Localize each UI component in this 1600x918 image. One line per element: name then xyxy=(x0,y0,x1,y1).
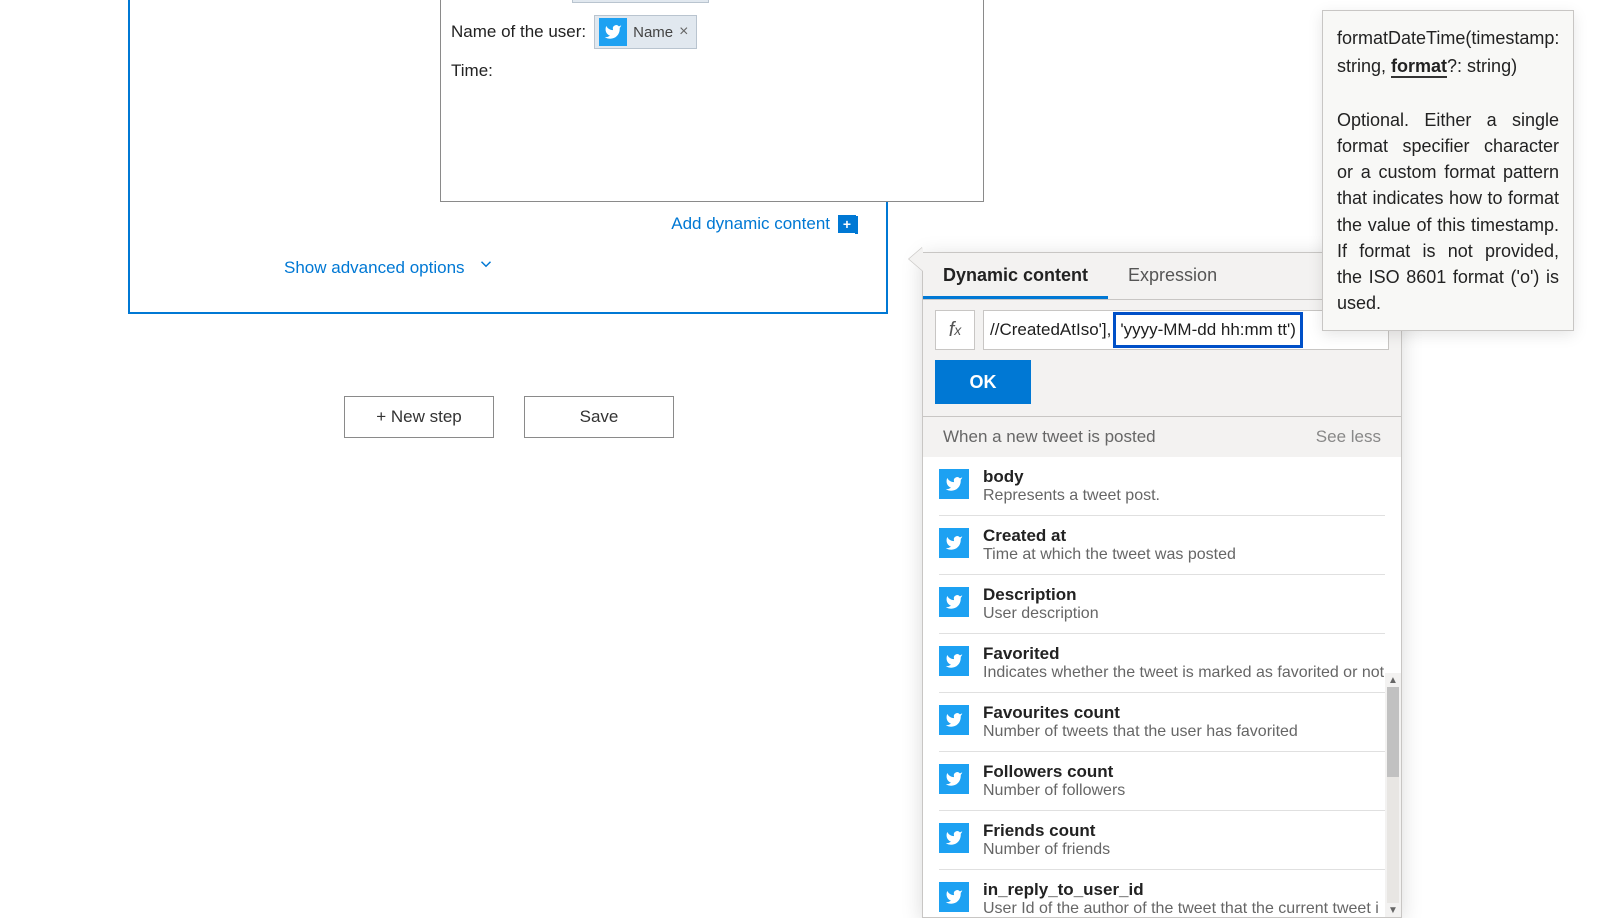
dc-item-name: Favorited xyxy=(983,644,1385,664)
dc-item-name: Friends count xyxy=(983,821,1385,841)
add-dynamic-content-label: Add dynamic content xyxy=(671,214,830,234)
dc-item-meta: Favourites countNumber of tweets that th… xyxy=(983,703,1385,741)
twitter-icon xyxy=(939,646,969,676)
dc-item-desc: Number of tweets that the user has favor… xyxy=(983,723,1385,741)
scroll-up-icon[interactable]: ▲ xyxy=(1385,673,1401,687)
show-advanced-options-link[interactable]: Show advanced options xyxy=(284,256,495,279)
dc-item-meta: Followers countNumber of followers xyxy=(983,762,1385,800)
scroll-thumb[interactable] xyxy=(1387,687,1399,777)
twitter-icon xyxy=(939,587,969,617)
scrollbar[interactable]: ▲ ▼ xyxy=(1385,673,1401,917)
field-row: Twitter Handle: User name × xyxy=(451,0,973,3)
tooltip-sig-post: ?: string) xyxy=(1447,56,1517,76)
tab-dynamic-content[interactable]: Dynamic content xyxy=(923,253,1108,299)
dc-item-name: Followers count xyxy=(983,762,1385,782)
twitter-icon xyxy=(939,882,969,912)
dc-item-meta: in_reply_to_user_idUser Id of the author… xyxy=(983,880,1385,917)
expression-highlight: 'yyyy-MM-dd hh:mm tt') xyxy=(1113,312,1303,348)
dc-item-meta: DescriptionUser description xyxy=(983,585,1385,623)
token-label: Name xyxy=(633,24,673,41)
dc-item-name: body xyxy=(983,467,1385,487)
chevron-down-icon xyxy=(477,255,495,278)
dc-item-desc: User description xyxy=(983,605,1385,623)
dc-section-header: When a new tweet is posted See less xyxy=(923,417,1401,457)
twitter-icon xyxy=(599,18,627,46)
dc-item-meta: Friends countNumber of friends xyxy=(983,821,1385,859)
dc-item-meta: bodyRepresents a tweet post. xyxy=(983,467,1385,505)
dynamic-content-panel: Dynamic content Expression fx //CreatedA… xyxy=(922,252,1402,918)
twitter-icon xyxy=(939,705,969,735)
dc-item-meta: Created atTime at which the tweet was po… xyxy=(983,526,1385,564)
dc-item[interactable]: bodyRepresents a tweet post. xyxy=(939,457,1385,516)
tooltip-body: Optional. Either a single format specifi… xyxy=(1337,107,1559,316)
advanced-options-label: Show advanced options xyxy=(284,258,465,278)
token-name[interactable]: Name × xyxy=(594,15,697,49)
twitter-icon xyxy=(939,764,969,794)
dc-item[interactable]: Favourites countNumber of tweets that th… xyxy=(939,693,1385,752)
tooltip-sig-underlined: format xyxy=(1391,56,1447,78)
dc-item-meta: FavoritedIndicates whether the tweet is … xyxy=(983,644,1385,682)
dc-item-desc: Number of followers xyxy=(983,782,1385,800)
dc-item-list: bodyRepresents a tweet post. Created atTi… xyxy=(923,457,1401,917)
dc-item-desc: Number of friends xyxy=(983,841,1385,859)
token-user-name[interactable]: User name × xyxy=(572,0,709,3)
callout-arrow-icon xyxy=(909,247,923,271)
twitter-icon xyxy=(939,528,969,558)
dc-item-desc: Indicates whether the tweet is marked as… xyxy=(983,664,1385,682)
dc-item-name: Created at xyxy=(983,526,1385,546)
parameter-tooltip: formatDateTime(timestamp: string, format… xyxy=(1322,10,1574,331)
dc-item[interactable]: FavoritedIndicates whether the tweet is … xyxy=(939,634,1385,693)
plus-icon: + xyxy=(838,215,856,233)
dc-item-desc: Time at which the tweet was posted xyxy=(983,546,1385,564)
message-textarea[interactable]: Twitter Handle: User name × Name of the … xyxy=(440,0,984,202)
dc-item-name: Description xyxy=(983,585,1385,605)
dc-item[interactable]: Friends countNumber of friends xyxy=(939,811,1385,870)
ok-button[interactable]: OK xyxy=(935,360,1031,404)
dc-section-title: When a new tweet is posted xyxy=(943,427,1156,447)
add-dynamic-content-link[interactable]: Add dynamic content + xyxy=(671,214,856,234)
dc-item-name: in_reply_to_user_id xyxy=(983,880,1385,900)
token-remove-icon[interactable]: × xyxy=(679,23,688,41)
dc-item[interactable]: DescriptionUser description xyxy=(939,575,1385,634)
twitter-icon xyxy=(939,823,969,853)
fx-icon: fx xyxy=(935,310,975,350)
dc-item-desc: User Id of the author of the tweet that … xyxy=(983,900,1385,917)
expression-text-highlighted: 'yyyy-MM-dd hh:mm tt') xyxy=(1120,320,1296,340)
field-row: Name of the user: Name × xyxy=(451,15,973,49)
see-less-link[interactable]: See less xyxy=(1316,427,1381,447)
expression-text-left: //CreatedAtIso'], xyxy=(990,320,1111,340)
dc-item[interactable]: in_reply_to_user_idUser Id of the author… xyxy=(939,870,1385,917)
field-label: Name of the user: xyxy=(451,22,586,42)
twitter-icon xyxy=(939,469,969,499)
dc-item[interactable]: Created atTime at which the tweet was po… xyxy=(939,516,1385,575)
action-card: Twitter Handle: User name × Name of the … xyxy=(128,0,888,314)
dc-item-desc: Represents a tweet post. xyxy=(983,487,1385,505)
dc-item-name: Favourites count xyxy=(983,703,1385,723)
tab-expression[interactable]: Expression xyxy=(1108,253,1237,299)
dc-item[interactable]: Followers countNumber of followers xyxy=(939,752,1385,811)
field-row: Time: xyxy=(451,61,973,81)
field-label: Time: xyxy=(451,61,493,81)
save-button[interactable]: Save xyxy=(524,396,674,438)
scroll-down-icon[interactable]: ▼ xyxy=(1385,903,1401,917)
footer-buttons: + New step Save xyxy=(344,396,674,438)
new-step-button[interactable]: + New step xyxy=(344,396,494,438)
tooltip-signature: formatDateTime(timestamp: string, format… xyxy=(1337,25,1559,81)
